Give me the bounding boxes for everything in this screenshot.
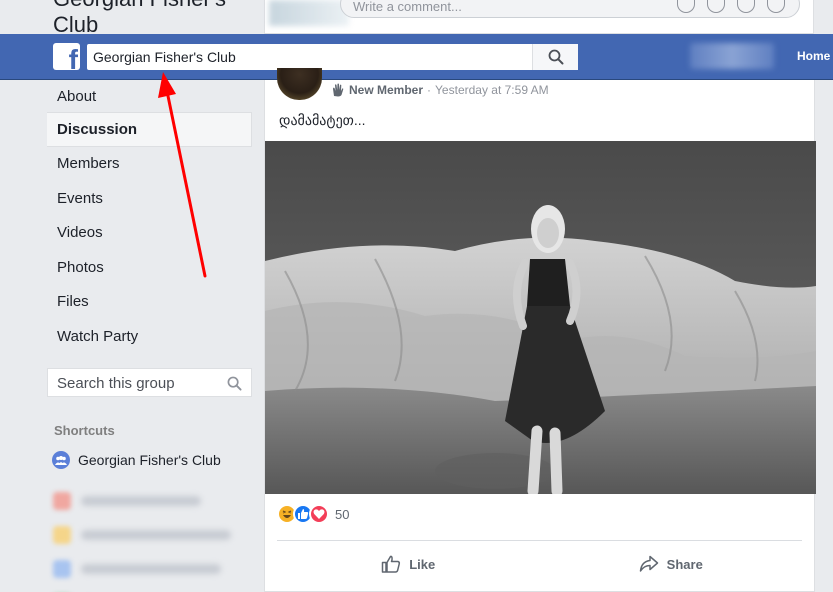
member-badge: New Member (349, 83, 424, 97)
meta-separator: · (427, 83, 432, 97)
share-button[interactable]: Share (540, 547, 803, 581)
wave-hand-icon (333, 83, 344, 97)
like-icon (381, 555, 401, 573)
reaction-summary[interactable]: 50 (277, 504, 349, 524)
nav-item-watch-party[interactable]: Watch Party (47, 319, 252, 354)
feed-post: New Member · Yesterday at 7:59 AM დამამა… (264, 68, 816, 592)
top-navigation-bar: f Home (0, 34, 833, 80)
emoji-icon[interactable] (677, 0, 695, 13)
post-text: დამამატეთ... (279, 112, 366, 128)
list-item[interactable] (48, 586, 253, 592)
share-label: Share (666, 556, 703, 572)
actions-divider (277, 540, 802, 541)
group-icon (52, 451, 70, 469)
comment-bar: Write a comment... (264, 0, 814, 34)
shortcuts-heading: Shortcuts (54, 423, 115, 438)
camera-icon[interactable] (707, 0, 725, 13)
nav-item-photos[interactable]: Photos (47, 250, 252, 285)
search-bar (87, 44, 578, 70)
nav-item-discussion[interactable]: Discussion (47, 112, 252, 147)
group-search-box (47, 368, 252, 397)
search-button[interactable] (532, 44, 578, 70)
list-item[interactable] (48, 552, 253, 586)
like-label: Like (409, 556, 436, 572)
search-icon[interactable] (227, 376, 242, 391)
search-icon (548, 49, 563, 65)
list-item[interactable] (48, 518, 253, 552)
gif-icon[interactable] (737, 0, 755, 13)
shortcut-label: Georgian Fisher's Club (78, 452, 221, 468)
commenter-avatar (269, 0, 349, 26)
post-photo[interactable] (265, 141, 816, 494)
comment-placeholder: Write a comment... (353, 0, 462, 14)
photo-image (265, 141, 816, 494)
reaction-count[interactable]: 50 (335, 507, 349, 522)
blurred-shortcuts (48, 484, 253, 592)
post-meta: New Member · Yesterday at 7:59 AM (331, 83, 549, 97)
group-search-input[interactable] (57, 375, 217, 392)
nav-item-about[interactable]: About (47, 80, 252, 112)
author-avatar[interactable] (277, 68, 322, 100)
shortcut-item[interactable]: Georgian Fisher's Club (52, 451, 221, 469)
list-item[interactable] (48, 484, 253, 518)
group-title[interactable]: Georgian Fisher's Club (53, 0, 253, 38)
group-sidebar-nav: About Discussion Members Events Videos P… (47, 80, 252, 354)
love-reaction-icon (309, 504, 329, 524)
comment-input[interactable]: Write a comment... (340, 0, 800, 18)
nav-item-videos[interactable]: Videos (47, 216, 252, 251)
like-button[interactable]: Like (277, 547, 540, 581)
search-input[interactable] (87, 44, 532, 70)
home-link[interactable]: Home (797, 49, 830, 63)
sticker-icon[interactable] (767, 0, 785, 13)
nav-item-events[interactable]: Events (47, 181, 252, 216)
post-timestamp[interactable]: Yesterday at 7:59 AM (435, 83, 549, 97)
facebook-logo-icon[interactable]: f (53, 43, 80, 70)
nav-item-members[interactable]: Members (47, 147, 252, 182)
nav-item-files[interactable]: Files (47, 285, 252, 320)
profile-link[interactable] (690, 43, 774, 69)
post-actions: Like Share (277, 547, 802, 581)
share-icon (639, 555, 658, 572)
